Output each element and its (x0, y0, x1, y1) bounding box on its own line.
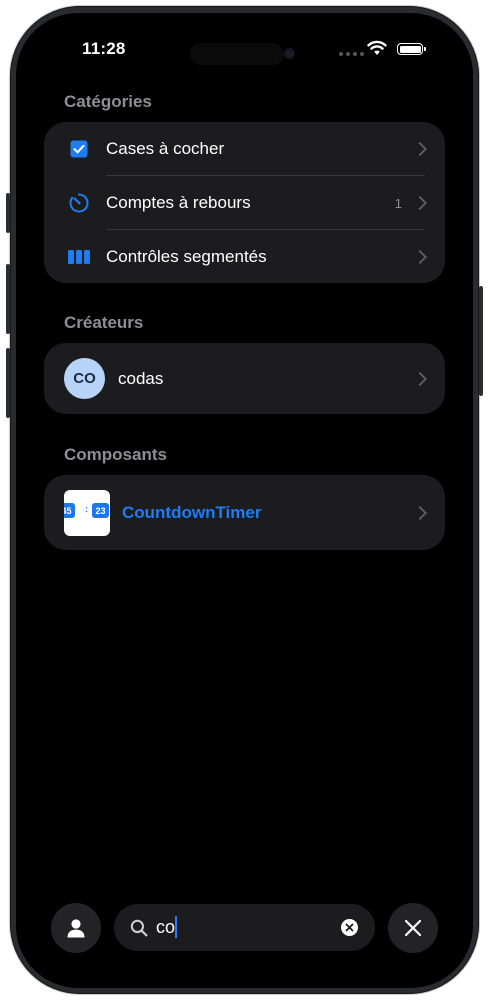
thumbnail-colon: : (85, 504, 88, 514)
wifi-icon (367, 40, 387, 55)
creators-card: CO codas (44, 343, 445, 414)
segmented-control-icon (68, 246, 90, 268)
dynamic-island (190, 43, 284, 65)
chevron-right-icon (412, 249, 428, 265)
section-title-creators: Créateurs (64, 313, 144, 332)
profile-button[interactable] (51, 903, 101, 953)
categories-card: Cases à cocher Comptes à rebours 1 Contr… (44, 122, 445, 283)
component-row-countdowntimer[interactable]: 45 : 23 CountdownTimer (44, 475, 445, 550)
category-row-segmented[interactable]: Contrôles segmentés (44, 230, 445, 284)
battery-icon (397, 43, 423, 55)
close-search-button[interactable] (388, 903, 438, 953)
screen: 11:28 Catégories Cases à cocher Comptes … (16, 13, 473, 988)
cellular-signal-icon (339, 52, 364, 56)
thumbnail-right-digits: 23 (92, 503, 109, 518)
creator-row-codas[interactable]: CO codas (44, 343, 445, 414)
creator-name: codas (118, 368, 164, 388)
category-count: 1 (394, 195, 402, 211)
search-input[interactable]: co (114, 904, 375, 951)
chevron-right-icon (412, 371, 428, 386)
text-caret (175, 916, 177, 938)
action-button (6, 193, 10, 233)
section-title-components: Composants (64, 445, 167, 464)
timer-icon (68, 192, 90, 214)
creator-avatar: CO (64, 358, 105, 399)
chevron-right-icon (412, 141, 428, 157)
power-button (479, 286, 483, 396)
volume-up-button (6, 264, 10, 334)
status-time: 11:28 (82, 39, 126, 58)
category-row-checkboxes[interactable]: Cases à cocher (44, 122, 445, 176)
clear-icon (345, 923, 354, 932)
checkbox-icon (68, 138, 90, 160)
category-label: Contrôles segmentés (106, 247, 267, 266)
category-label: Cases à cocher (106, 139, 225, 158)
clear-search-button[interactable] (341, 919, 358, 936)
volume-down-button (6, 348, 10, 418)
front-camera (284, 48, 295, 59)
person-icon (67, 919, 85, 938)
search-icon (130, 919, 148, 937)
chevron-right-icon (412, 195, 428, 211)
thumbnail-left-digits: 45 (64, 503, 75, 518)
components-card: 45 : 23 CountdownTimer (44, 475, 445, 550)
search-query: co (156, 917, 176, 937)
close-icon (404, 919, 422, 937)
component-thumbnail: 45 : 23 (64, 490, 110, 536)
category-row-countdowns[interactable]: Comptes à rebours 1 (44, 176, 445, 230)
section-title-categories: Catégories (64, 92, 152, 111)
component-name: CountdownTimer (122, 502, 262, 522)
chevron-right-icon (412, 505, 428, 520)
category-label: Comptes à rebours (106, 193, 251, 212)
battery-tip (424, 47, 426, 51)
